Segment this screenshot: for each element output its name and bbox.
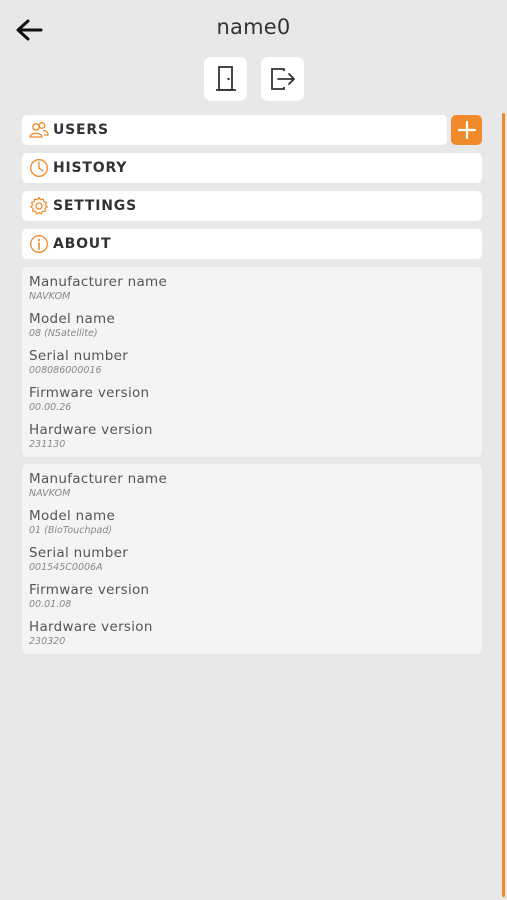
field-value: 01 (BioTouchpad) (29, 525, 113, 536)
manufacturer-field: Manufacturer name NAVKOM (29, 274, 167, 302)
field-value: 231130 (29, 439, 66, 450)
users-icon (28, 119, 50, 141)
field-label: Manufacturer name (29, 274, 168, 290)
serial-field: Serial number 008086000016 (29, 348, 128, 376)
door-button[interactable] (204, 57, 247, 101)
field-label: Hardware version (29, 422, 153, 438)
gear-icon (28, 195, 50, 217)
manufacturer-field: Manufacturer name NAVKOM (29, 471, 167, 499)
clock-icon (28, 157, 50, 179)
menu-item-label: ABOUT (53, 236, 112, 252)
info-icon (28, 233, 50, 255)
firmware-field: Firmware version 00.01.08 (29, 582, 149, 610)
plus-icon (457, 121, 476, 139)
menu-item-label: SETTINGS (53, 198, 137, 214)
field-label: Model name (29, 311, 116, 327)
menu-item-label: HISTORY (53, 160, 128, 176)
model-field: Model name 01 (BioTouchpad) (29, 508, 115, 536)
model-field: Model name 08 (NSatellite) (29, 311, 115, 339)
field-value: NAVKOM (29, 488, 71, 499)
menu-item-users[interactable]: USERS (22, 115, 447, 145)
field-label: Serial number (29, 348, 129, 364)
field-label: Hardware version (29, 619, 153, 635)
menu-item-settings[interactable]: SETTINGS (22, 191, 482, 221)
page-title: name0 (216, 15, 291, 39)
field-label: Model name (29, 508, 116, 524)
field-value: NAVKOM (29, 291, 71, 302)
hardware-field: Hardware version 231130 (29, 422, 153, 450)
field-value: 001545C0006A (29, 562, 103, 573)
field-value: 230320 (29, 636, 66, 647)
field-value: 08 (NSatellite) (29, 328, 98, 339)
scrollbar[interactable] (502, 113, 505, 897)
field-label: Firmware version (29, 385, 150, 401)
field-value: 008086000016 (29, 365, 102, 376)
field-value: 00.00.26 (29, 402, 72, 413)
device-info-card: Manufacturer name NAVKOM Model name 01 (… (22, 464, 482, 654)
device-info-card: Manufacturer name NAVKOM Model name 08 (… (22, 267, 482, 457)
field-label: Firmware version (29, 582, 150, 598)
menu-item-label: USERS (53, 122, 109, 138)
hardware-field: Hardware version 230320 (29, 619, 153, 647)
serial-field: Serial number 001545C0006A (29, 545, 128, 573)
field-value: 00.01.08 (29, 599, 72, 610)
menu-item-history[interactable]: HISTORY (22, 153, 482, 183)
logout-icon (270, 68, 295, 90)
add-user-button[interactable] (451, 115, 482, 145)
field-label: Manufacturer name (29, 471, 168, 487)
logout-button[interactable] (261, 57, 304, 101)
menu-item-about[interactable]: ABOUT (22, 229, 482, 259)
firmware-field: Firmware version 00.00.26 (29, 385, 149, 413)
field-label: Serial number (29, 545, 129, 561)
door-icon (215, 66, 236, 91)
